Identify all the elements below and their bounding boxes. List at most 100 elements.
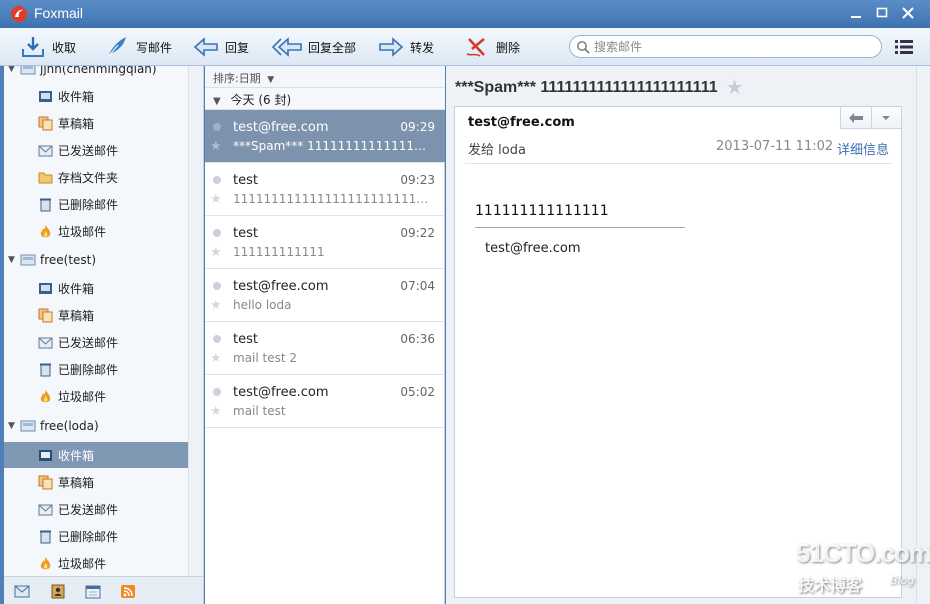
sent-icon xyxy=(38,145,53,156)
minimize-icon xyxy=(851,16,861,18)
unread-dot-icon[interactable] xyxy=(213,335,221,343)
folder-junk[interactable]: 垃圾邮件 xyxy=(4,218,188,244)
message-time: 09:29 xyxy=(400,120,435,134)
minimize-button[interactable] xyxy=(848,6,864,22)
star-icon[interactable]: ★ xyxy=(210,245,222,260)
folder-drafts[interactable]: 草稿箱 xyxy=(4,469,188,495)
list-item[interactable]: ★ test 09:23 111111111111111111111111111… xyxy=(205,163,445,216)
list-item[interactable]: ★ test@free.com 09:29 ***Spam*** 1111111… xyxy=(205,110,445,163)
account-header[interactable]: ▼ jjhh(chenmingqian) xyxy=(4,66,188,81)
list-item[interactable]: ★ test 09:22 111111111111 xyxy=(205,216,445,269)
list-item[interactable]: ★ test@free.com 07:04 hello loda xyxy=(205,269,445,322)
list-item[interactable]: ★ test 06:36 mail test 2 xyxy=(205,322,445,375)
message-subject: 111111111111 xyxy=(233,245,325,259)
inbox-icon xyxy=(39,282,52,294)
reply-arrow-icon xyxy=(193,37,218,57)
trash-icon xyxy=(40,363,51,376)
message-subject: mail test xyxy=(233,404,286,418)
maximize-icon xyxy=(876,7,888,18)
star-icon[interactable]: ★ xyxy=(210,351,222,366)
chevron-down-icon xyxy=(882,115,891,120)
close-button[interactable] xyxy=(900,6,916,22)
unread-dot-icon[interactable] xyxy=(213,388,221,396)
folder-panel: ▼ jjhh(chenmingqian) 收件箱 草稿箱 已发送邮件 存档文件夹… xyxy=(4,66,204,604)
folder-trash[interactable]: 已删除邮件 xyxy=(4,523,188,549)
folder-trash[interactable]: 已删除邮件 xyxy=(4,191,188,217)
search-box[interactable] xyxy=(569,35,882,58)
message-sender: test xyxy=(233,226,258,241)
fire-icon xyxy=(40,389,51,402)
folder-sent[interactable]: 已发送邮件 xyxy=(4,496,188,522)
folder-icon xyxy=(38,172,53,183)
collapse-triangle-icon[interactable]: ▼ xyxy=(8,66,18,74)
folder-junk[interactable]: 垃圾邮件 xyxy=(4,383,188,409)
folder-label: 草稿箱 xyxy=(58,475,95,490)
folder-inbox[interactable]: 收件箱 xyxy=(4,275,188,301)
unread-dot-icon[interactable] xyxy=(213,123,221,131)
message-body-text: 111111111111111 xyxy=(475,203,609,219)
delete-button[interactable]: 删除 xyxy=(464,33,520,61)
star-icon[interactable]: ★ xyxy=(210,192,222,207)
receive-button[interactable]: 收取 xyxy=(20,33,76,61)
reader-scrollbar[interactable] xyxy=(916,66,930,604)
star-icon[interactable]: ★ xyxy=(210,404,222,419)
reply-options-button[interactable] xyxy=(870,107,902,128)
message-subject: mail test 2 xyxy=(233,351,298,365)
star-icon[interactable]: ★ xyxy=(210,139,222,154)
mail-tab-icon[interactable] xyxy=(14,584,30,599)
folder-inbox-selected[interactable]: 收件箱 xyxy=(4,442,188,468)
maximize-button[interactable] xyxy=(874,6,890,22)
collapse-triangle-icon[interactable]: ▼ xyxy=(8,421,18,431)
folder-archive[interactable]: 存档文件夹 xyxy=(4,164,188,190)
folder-label: 垃圾邮件 xyxy=(58,389,107,404)
folder-trash[interactable]: 已删除邮件 xyxy=(4,356,188,382)
title-bar: Foxmail xyxy=(0,0,930,28)
compose-button[interactable]: 写邮件 xyxy=(104,33,172,61)
reply-all-button[interactable]: 回复全部 xyxy=(272,33,356,61)
message-card: test@free.com 发给 loda 2013-07-11 11:02 详… xyxy=(454,106,902,598)
inbox-icon xyxy=(39,449,52,461)
message-sender: test@free.com xyxy=(233,279,329,294)
unread-dot-icon[interactable] xyxy=(213,176,221,184)
message-subject: hello loda xyxy=(233,298,292,312)
menu-list-icon[interactable] xyxy=(895,39,913,55)
message-time: 09:22 xyxy=(400,226,435,240)
star-icon[interactable]: ★ xyxy=(210,298,222,313)
details-link[interactable]: 详细信息 xyxy=(837,139,889,158)
folder-scrollbar[interactable] xyxy=(188,66,203,576)
contacts-tab-icon[interactable] xyxy=(50,584,66,599)
list-item[interactable]: ★ test@free.com 05:02 mail test xyxy=(205,375,445,428)
compose-label: 写邮件 xyxy=(136,40,173,55)
recipient-line: 发给 loda xyxy=(468,143,526,158)
folder-drafts[interactable]: 草稿箱 xyxy=(4,110,188,136)
folder-sent[interactable]: 已发送邮件 xyxy=(4,137,188,163)
forward-button[interactable]: 转发 xyxy=(378,33,434,61)
close-icon xyxy=(902,7,914,19)
folder-label: 已删除邮件 xyxy=(58,197,119,212)
reply-label: 回复 xyxy=(225,40,250,55)
account-name: free(test) xyxy=(40,253,97,267)
folder-inbox[interactable]: 收件箱 xyxy=(4,83,188,109)
search-input[interactable] xyxy=(594,39,874,54)
message-sender: test xyxy=(233,173,258,188)
folder-drafts[interactable]: 草稿箱 xyxy=(4,302,188,328)
reply-button[interactable]: 回复 xyxy=(193,33,249,61)
message-date: 2013-07-11 11:02 xyxy=(716,139,834,154)
search-icon xyxy=(577,40,590,54)
account-header[interactable]: ▼ free(loda) xyxy=(4,414,188,438)
folder-sent[interactable]: 已发送邮件 xyxy=(4,329,188,355)
folder-junk[interactable]: 垃圾邮件 xyxy=(4,550,188,576)
sort-selector[interactable]: 排序:日期 ▼ xyxy=(205,66,445,88)
account-header[interactable]: ▼ free(test) xyxy=(4,248,188,272)
collapse-triangle-icon: ▼ xyxy=(213,96,221,107)
unread-dot-icon[interactable] xyxy=(213,282,221,290)
collapse-triangle-icon[interactable]: ▼ xyxy=(8,255,18,265)
date-group-header[interactable]: ▼ 今天 (6 封) xyxy=(205,88,445,110)
drafts-icon xyxy=(38,116,53,130)
rss-tab-icon[interactable] xyxy=(120,584,136,599)
calendar-tab-icon[interactable] xyxy=(85,584,101,599)
star-icon[interactable]: ★ xyxy=(726,75,744,100)
unread-dot-icon[interactable] xyxy=(213,229,221,237)
quick-reply-button[interactable] xyxy=(841,107,871,128)
sent-icon xyxy=(38,337,53,348)
